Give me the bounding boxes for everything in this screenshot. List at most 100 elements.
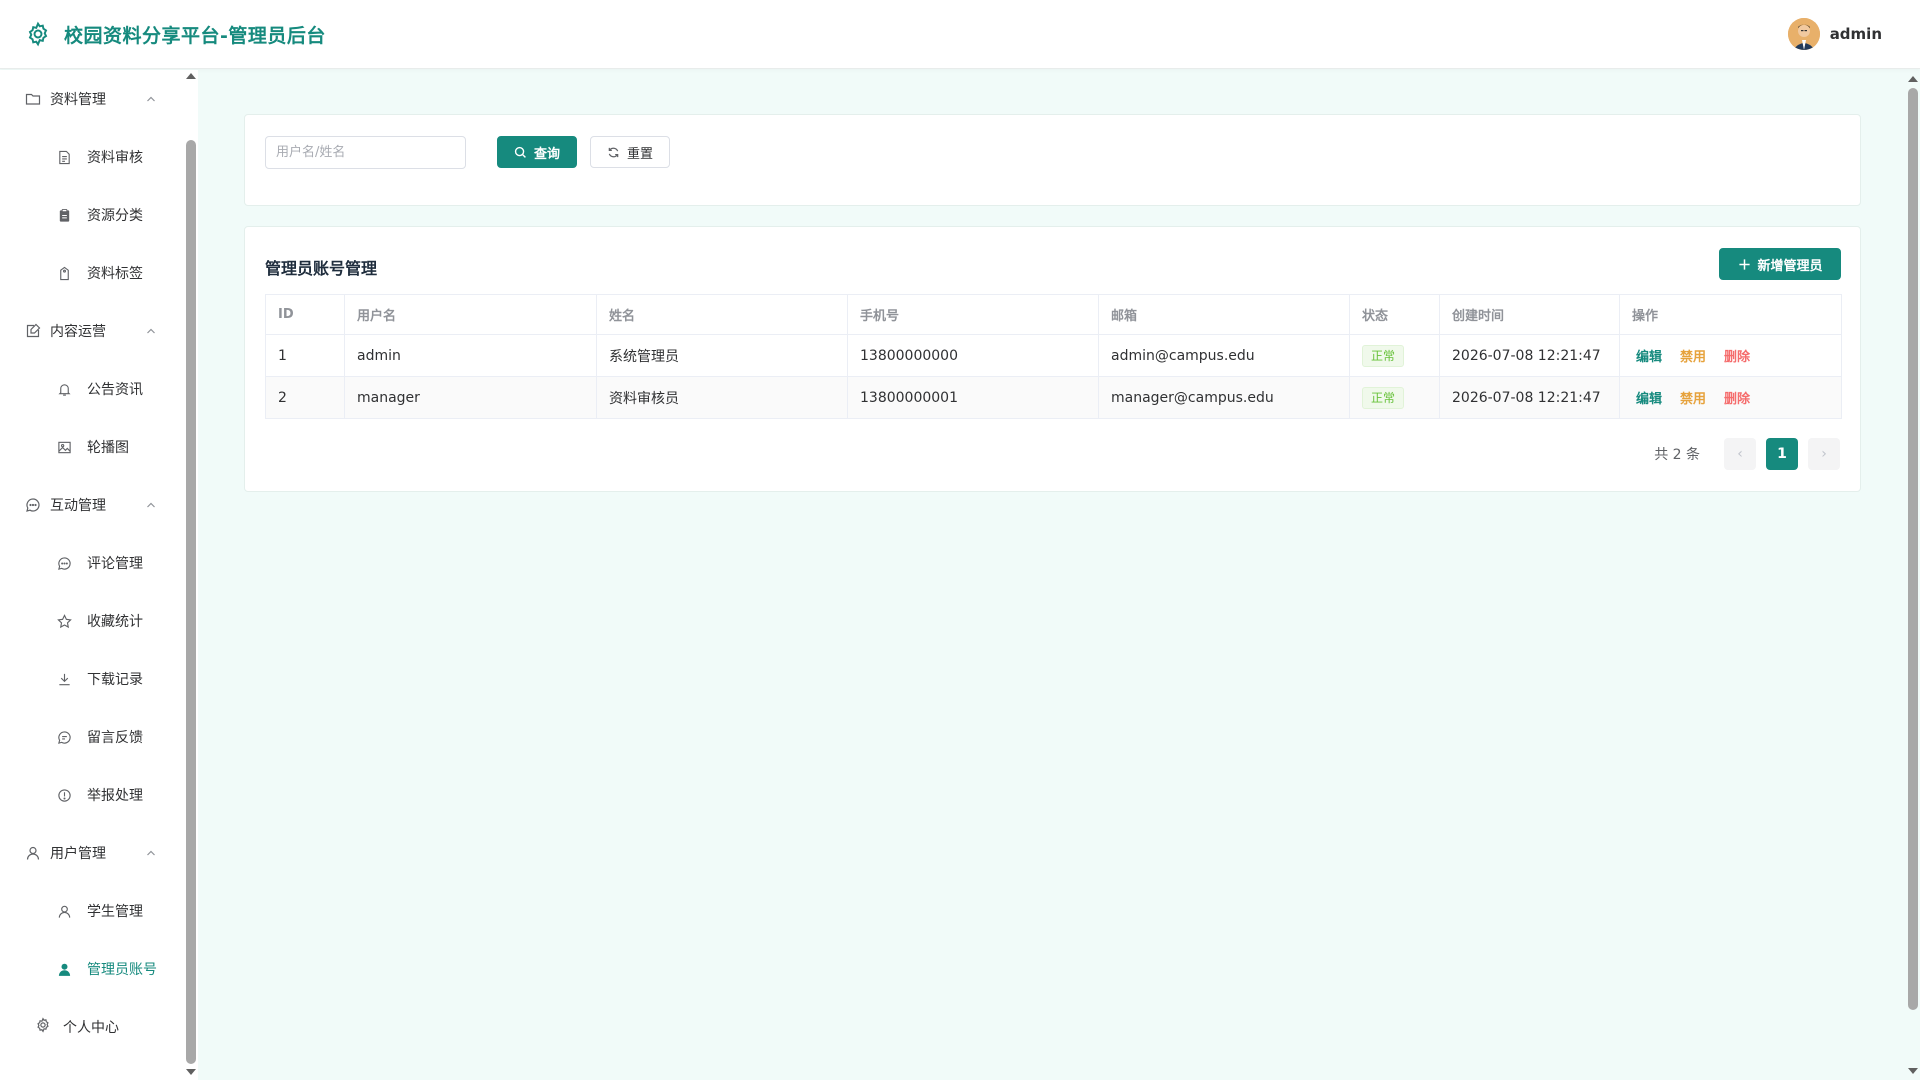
user-name: admin bbox=[1829, 25, 1882, 43]
sidebar-item-admin-accounts[interactable]: 管理员账号 bbox=[0, 940, 182, 998]
menu-group-interaction[interactable]: 互动管理 bbox=[0, 476, 182, 534]
tag-icon bbox=[55, 264, 73, 282]
star-icon bbox=[55, 612, 73, 630]
sidebar-item-label: 资源分类 bbox=[87, 208, 143, 224]
chevron-up-icon bbox=[144, 846, 158, 860]
user-icon bbox=[24, 844, 42, 862]
bell-icon bbox=[55, 380, 73, 398]
chevron-up-icon bbox=[144, 324, 158, 338]
user-icon bbox=[55, 902, 73, 920]
avatar bbox=[1787, 18, 1820, 50]
sidebar-item-label: 学生管理 bbox=[87, 904, 143, 920]
sidebar-item-resource-review[interactable]: 资料审核 bbox=[0, 128, 182, 186]
comment-icon bbox=[55, 554, 73, 572]
page-scroll-down-arrow[interactable] bbox=[1908, 1068, 1918, 1074]
sidebar-item-favorites[interactable]: 收藏统计 bbox=[0, 592, 182, 650]
plus-icon bbox=[1737, 257, 1751, 271]
cell-phone: 13800000001 bbox=[847, 376, 1099, 419]
sidebar-item-resource-tags[interactable]: 资料标签 bbox=[0, 244, 182, 302]
table-row[interactable]: 2 manager 资料审核员 13800000001 manager@camp… bbox=[265, 376, 1842, 419]
sidebar-item-label: 资料审核 bbox=[87, 150, 143, 166]
chevron-up-icon bbox=[144, 92, 158, 106]
table-row[interactable]: 1 admin 系统管理员 13800000000 admin@campus.e… bbox=[265, 334, 1842, 377]
sidebar-scrollbar-thumb[interactable] bbox=[186, 140, 196, 1064]
next-page-button[interactable]: › bbox=[1808, 438, 1840, 470]
search-input[interactable] bbox=[265, 136, 466, 169]
cell-email: manager@campus.edu bbox=[1098, 376, 1350, 419]
add-admin-button[interactable]: 新增管理员 bbox=[1719, 248, 1841, 280]
edit-link[interactable]: 编辑 bbox=[1636, 350, 1662, 365]
clipboard-icon bbox=[55, 206, 73, 224]
folder-icon bbox=[24, 90, 42, 108]
delete-link[interactable]: 删除 bbox=[1724, 350, 1750, 365]
page-number-button[interactable]: 1 bbox=[1766, 438, 1798, 470]
gear-icon bbox=[24, 20, 52, 48]
sidebar-item-announcements[interactable]: 公告资讯 bbox=[0, 360, 182, 418]
sidebar-item-downloads[interactable]: 下载记录 bbox=[0, 650, 182, 708]
cell-status: 正常 bbox=[1349, 376, 1440, 419]
column-header[interactable]: ID bbox=[265, 294, 345, 335]
sidebar-item-comments[interactable]: 评论管理 bbox=[0, 534, 182, 592]
column-header[interactable]: 操作 bbox=[1619, 294, 1842, 335]
image-icon bbox=[55, 438, 73, 456]
sidebar-item-label: 举报处理 bbox=[87, 788, 143, 804]
reset-button[interactable]: 重置 bbox=[590, 136, 670, 168]
column-header[interactable]: 用户名 bbox=[344, 294, 597, 335]
page-scroll-up-arrow[interactable] bbox=[1908, 76, 1918, 82]
cell-email: admin@campus.edu bbox=[1098, 334, 1350, 377]
sidebar-item-profile[interactable]: 个人中心 bbox=[0, 998, 182, 1056]
cell-id: 1 bbox=[265, 334, 345, 377]
warning-icon bbox=[55, 786, 73, 804]
scroll-down-arrow[interactable] bbox=[186, 1069, 196, 1075]
column-header[interactable]: 姓名 bbox=[596, 294, 848, 335]
sidebar: 资料管理 资料审核 资源分类 资料标签 内容运营 公告资讯 轮播图 互动管理 评… bbox=[0, 70, 198, 1080]
cell-status: 正常 bbox=[1349, 334, 1440, 377]
reset-button-label: 重置 bbox=[626, 146, 653, 162]
cell-id: 2 bbox=[265, 376, 345, 419]
user-menu[interactable]: admin bbox=[1787, 18, 1882, 50]
sidebar-item-label: 资料标签 bbox=[87, 266, 143, 282]
user-filled-icon bbox=[55, 960, 73, 978]
sidebar-item-feedback[interactable]: 留言反馈 bbox=[0, 708, 182, 766]
sidebar-item-label: 个人中心 bbox=[63, 1020, 119, 1036]
cell-username: admin bbox=[344, 334, 597, 377]
column-header[interactable]: 状态 bbox=[1349, 294, 1440, 335]
sidebar-item-label: 留言反馈 bbox=[87, 730, 143, 746]
cell-created: 2026-07-08 12:21:47 bbox=[1439, 334, 1620, 377]
delete-link[interactable]: 删除 bbox=[1724, 392, 1750, 407]
pagination: 共 2 条 ‹ 1 › bbox=[1654, 438, 1840, 470]
disable-link[interactable]: 禁用 bbox=[1680, 350, 1706, 365]
column-header[interactable]: 手机号 bbox=[847, 294, 1099, 335]
sidebar-item-label: 下载记录 bbox=[87, 672, 143, 688]
sidebar-item-resource-category[interactable]: 资源分类 bbox=[0, 186, 182, 244]
cell-name: 系统管理员 bbox=[596, 334, 848, 377]
brand[interactable]: 校园资料分享平台-管理员后台 bbox=[24, 20, 326, 48]
edit-link[interactable]: 编辑 bbox=[1636, 392, 1662, 407]
menu-group-users[interactable]: 用户管理 bbox=[0, 824, 182, 882]
query-button[interactable]: 查询 bbox=[497, 136, 577, 168]
menu-group-label: 用户管理 bbox=[50, 846, 106, 862]
menu-group-resource[interactable]: 资料管理 bbox=[0, 70, 182, 128]
admin-table-card: 管理员账号管理 新增管理员 ID 用户名 姓名 手机号 邮箱 状态 创建时间 操… bbox=[244, 226, 1861, 492]
sidebar-item-label: 评论管理 bbox=[87, 556, 143, 572]
download-icon bbox=[55, 670, 73, 688]
column-header[interactable]: 创建时间 bbox=[1439, 294, 1620, 335]
status-badge: 正常 bbox=[1362, 344, 1405, 367]
search-card: 查询 重置 bbox=[244, 114, 1861, 206]
sidebar-item-label: 轮播图 bbox=[87, 440, 129, 456]
menu-group-content[interactable]: 内容运营 bbox=[0, 302, 182, 360]
gear-icon bbox=[35, 1017, 51, 1037]
disable-link[interactable]: 禁用 bbox=[1680, 392, 1706, 407]
app-title: 校园资料分享平台-管理员后台 bbox=[64, 24, 326, 47]
content-icon bbox=[24, 322, 42, 340]
cell-created: 2026-07-08 12:21:47 bbox=[1439, 376, 1620, 419]
scroll-up-arrow[interactable] bbox=[186, 73, 196, 79]
column-header[interactable]: 邮箱 bbox=[1098, 294, 1350, 335]
sidebar-item-carousel[interactable]: 轮播图 bbox=[0, 418, 182, 476]
menu-group-label: 互动管理 bbox=[50, 498, 106, 514]
sidebar-item-students[interactable]: 学生管理 bbox=[0, 882, 182, 940]
sidebar-item-reports[interactable]: 举报处理 bbox=[0, 766, 182, 824]
message-icon bbox=[55, 728, 73, 746]
page-scrollbar-thumb[interactable] bbox=[1908, 88, 1918, 1010]
prev-page-button[interactable]: ‹ bbox=[1724, 438, 1756, 470]
